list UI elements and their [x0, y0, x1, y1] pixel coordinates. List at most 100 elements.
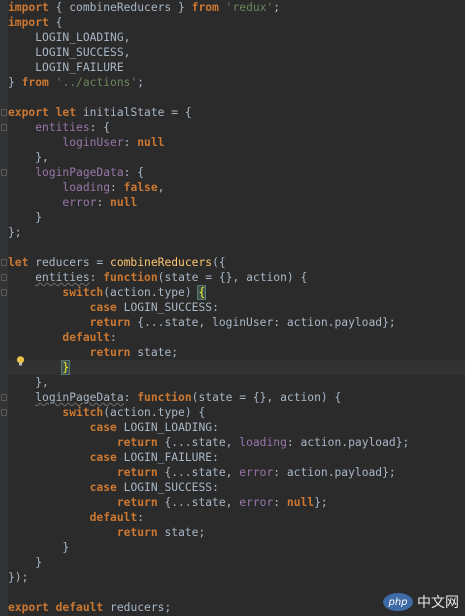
code-line[interactable]: };	[8, 225, 22, 240]
code-line[interactable]: case LOGIN_SUCCESS:	[8, 300, 219, 315]
code-line[interactable]: case LOGIN_FAILURE:	[8, 450, 219, 465]
code-token: return	[116, 466, 158, 479]
fold-marker-icon[interactable]	[1, 289, 7, 296]
lightbulb-icon[interactable]	[16, 356, 25, 366]
code-line[interactable]: error: null	[8, 195, 137, 210]
code-token: {...state,	[157, 466, 240, 479]
code-token: '../actions'	[55, 76, 138, 89]
fold-marker-icon[interactable]	[1, 169, 7, 176]
code-token: };	[8, 226, 22, 239]
code-line[interactable]: });	[8, 570, 28, 585]
code-line[interactable]: return state;	[8, 525, 205, 540]
code-token: }	[8, 211, 43, 224]
code-token: let	[55, 106, 77, 119]
code-token: {	[48, 16, 63, 29]
fold-marker-icon[interactable]	[1, 109, 7, 116]
code-token: {...state, loginUser: action.payload};	[130, 316, 396, 329]
code-line[interactable]: LOGIN_SUCCESS,	[8, 45, 130, 60]
code-token: entities	[35, 121, 90, 134]
code-line[interactable]: loading: false,	[8, 180, 164, 195]
code-line[interactable]: return {...state, error: null};	[8, 495, 328, 510]
code-line[interactable]: loginPageData: function(state = {}, acti…	[8, 390, 341, 405]
code-line[interactable]: switch(action.type) {	[8, 285, 207, 300]
fold-marker-icon[interactable]	[1, 259, 7, 266]
code-line[interactable]: }	[8, 555, 42, 570]
fold-marker-icon[interactable]	[1, 274, 7, 281]
code-token: LOGIN_FAILURE	[35, 61, 124, 74]
code-token: initialState = {	[76, 106, 192, 119]
code-line[interactable]: loginUser: null	[8, 135, 164, 150]
code-line[interactable]: return {...state, error: action.payload}…	[8, 465, 396, 480]
code-token: :	[89, 271, 104, 284]
code-line[interactable]	[8, 240, 15, 255]
code-token: (action.type)	[103, 286, 199, 299]
code-line[interactable]: LOGIN_FAILURE	[8, 60, 124, 75]
code-line[interactable]: },	[8, 150, 49, 165]
code-token: :	[123, 136, 138, 149]
code-line[interactable]: default:	[8, 510, 144, 525]
code-line[interactable]: import {	[8, 15, 62, 30]
code-line[interactable]: return {...state, loginUser: action.payl…	[8, 315, 396, 330]
code-token: function	[103, 271, 158, 284]
editor-gutter[interactable]	[0, 0, 8, 616]
code-line[interactable]: case LOGIN_LOADING:	[8, 420, 219, 435]
code-token: import	[8, 16, 49, 29]
code-token: export	[8, 601, 49, 614]
code-token: switch	[62, 406, 104, 419]
code-token: case	[89, 421, 117, 434]
code-line[interactable]	[8, 585, 15, 600]
code-line[interactable]: entities: {	[8, 120, 110, 135]
code-line[interactable]: return state;	[8, 345, 178, 360]
code-line[interactable]: }	[8, 210, 42, 225]
code-token: }	[61, 360, 71, 375]
code-line[interactable]: export default reducers;	[8, 600, 171, 615]
fold-marker-icon[interactable]	[1, 394, 7, 401]
fold-marker-icon[interactable]	[1, 124, 7, 131]
code-token: entities	[35, 271, 90, 284]
code-line[interactable]: }	[8, 540, 69, 555]
code-token: false	[123, 181, 158, 194]
code-editor[interactable]: import { combineReducers } from 'redux';…	[0, 0, 465, 616]
code-line[interactable]: let reducers = combineReducers({	[8, 255, 226, 270]
code-line[interactable]: import { combineReducers } from 'redux';	[8, 0, 280, 15]
code-token: default	[62, 331, 111, 344]
code-token: export	[8, 106, 49, 119]
code-token: null	[286, 496, 315, 509]
code-line[interactable]: case LOGIN_SUCCESS:	[8, 480, 219, 495]
code-line[interactable]: }	[8, 360, 465, 375]
code-line[interactable]: } from '../actions';	[8, 75, 144, 90]
code-line[interactable]: default:	[8, 330, 116, 345]
code-line[interactable]: loginPageData: {	[8, 165, 144, 180]
code-line[interactable]: switch(action.type) {	[8, 405, 205, 420]
code-line[interactable]: export let initialState = {	[8, 105, 192, 120]
code-token: :	[110, 181, 124, 194]
code-line[interactable]: entities: function(state = {}, action) {	[8, 270, 307, 285]
fold-marker-icon[interactable]	[1, 409, 7, 416]
code-token: loading	[62, 181, 111, 194]
code-token: return	[116, 496, 158, 509]
code-line[interactable]: LOGIN_LOADING,	[8, 30, 130, 45]
code-token: :	[137, 511, 145, 524]
code-line[interactable]	[8, 90, 15, 105]
code-token: LOGIN_SUCCESS	[35, 46, 124, 59]
code-token: ,	[157, 181, 165, 194]
code-token: state;	[157, 526, 206, 539]
code-token: loginUser	[62, 136, 124, 149]
code-line[interactable]: },	[8, 375, 49, 390]
code-line[interactable]: return {...state, loading: action.payloa…	[8, 435, 409, 450]
